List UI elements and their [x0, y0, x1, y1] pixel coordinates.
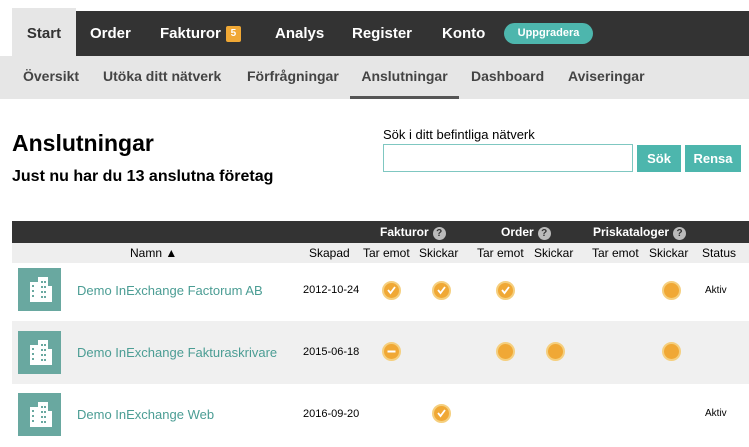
column-status: Status — [702, 246, 737, 260]
subnav-dashboard[interactable]: Dashboard — [471, 56, 544, 99]
column-pc-receives: Tar emot — [592, 246, 639, 260]
created-date: 2016-09-20 — [303, 408, 360, 420]
upgrade-button[interactable]: Uppgradera — [504, 23, 593, 44]
column-inv-receives: Tar emot — [363, 246, 410, 260]
subnav-utoka-natverk[interactable]: Utöka ditt nätverk — [103, 56, 221, 99]
subnav-oversikt[interactable]: Översikt — [23, 56, 79, 99]
help-icon[interactable]: ? — [673, 227, 687, 240]
column-name-sort[interactable]: Namn ▲ — [130, 243, 177, 263]
nav-fakturor[interactable]: Fakturor 5 — [160, 11, 241, 56]
active-dot-icon — [496, 342, 515, 361]
check-icon — [382, 281, 401, 300]
column-created[interactable]: Skapad — [309, 243, 350, 263]
clear-button[interactable]: Rensa — [685, 145, 741, 172]
status-text: Aktiv — [705, 285, 727, 296]
group-priskataloger: Priskataloger? — [593, 221, 687, 243]
nav-register[interactable]: Register — [352, 11, 412, 56]
nav-start[interactable]: Start — [12, 8, 76, 56]
column-ord-sends: Skickar — [534, 246, 574, 260]
company-link[interactable]: Demo InExchange Web — [77, 407, 214, 422]
connection-count: Just nu har du 13 anslutna företag — [12, 168, 274, 185]
company-link[interactable]: Demo InExchange Factorum AB — [77, 283, 263, 298]
help-icon[interactable]: ? — [432, 227, 446, 240]
search-button[interactable]: Sök — [637, 145, 681, 172]
page-title: Anslutningar — [12, 130, 154, 156]
search-label: Sök i ditt befintliga nätverk — [383, 127, 535, 142]
group-order-label: Order — [501, 225, 534, 239]
active-dot-icon — [546, 342, 565, 361]
column-ord-receives: Tar emot — [477, 246, 524, 260]
check-icon — [496, 281, 515, 300]
subnav-forfragningar[interactable]: Förfrågningar — [247, 56, 339, 99]
nav-fakturor-label: Fakturor — [160, 25, 221, 42]
subnav-anslutningar[interactable]: Anslutningar — [350, 56, 459, 99]
notification-badge: 5 — [225, 26, 241, 42]
nav-order[interactable]: Order — [90, 11, 131, 56]
check-icon — [432, 404, 451, 423]
group-order: Order? — [501, 221, 551, 243]
active-dot-icon — [662, 281, 681, 300]
group-fakturor-label: Fakturor — [380, 225, 429, 239]
nav-analys[interactable]: Analys — [275, 11, 324, 56]
minus-icon — [382, 342, 401, 361]
status-text: Aktiv — [705, 408, 727, 419]
nav-konto[interactable]: Konto — [442, 11, 485, 56]
check-icon — [432, 281, 451, 300]
created-date: 2015-06-18 — [303, 346, 360, 358]
active-dot-icon — [662, 342, 681, 361]
subnav-aviseringar[interactable]: Aviseringar — [568, 56, 645, 99]
search-input[interactable] — [383, 144, 633, 172]
company-link[interactable]: Demo InExchange Fakturaskrivare — [77, 345, 277, 360]
group-priskataloger-label: Priskataloger — [593, 225, 670, 239]
group-fakturor: Fakturor? — [380, 221, 446, 243]
help-icon[interactable]: ? — [537, 227, 551, 240]
building-icon — [18, 331, 61, 374]
column-pc-sends: Skickar — [649, 246, 689, 260]
created-date: 2012-10-24 — [303, 284, 360, 296]
column-inv-sends: Skickar — [419, 246, 459, 260]
building-icon — [18, 268, 61, 311]
building-icon — [18, 393, 61, 436]
